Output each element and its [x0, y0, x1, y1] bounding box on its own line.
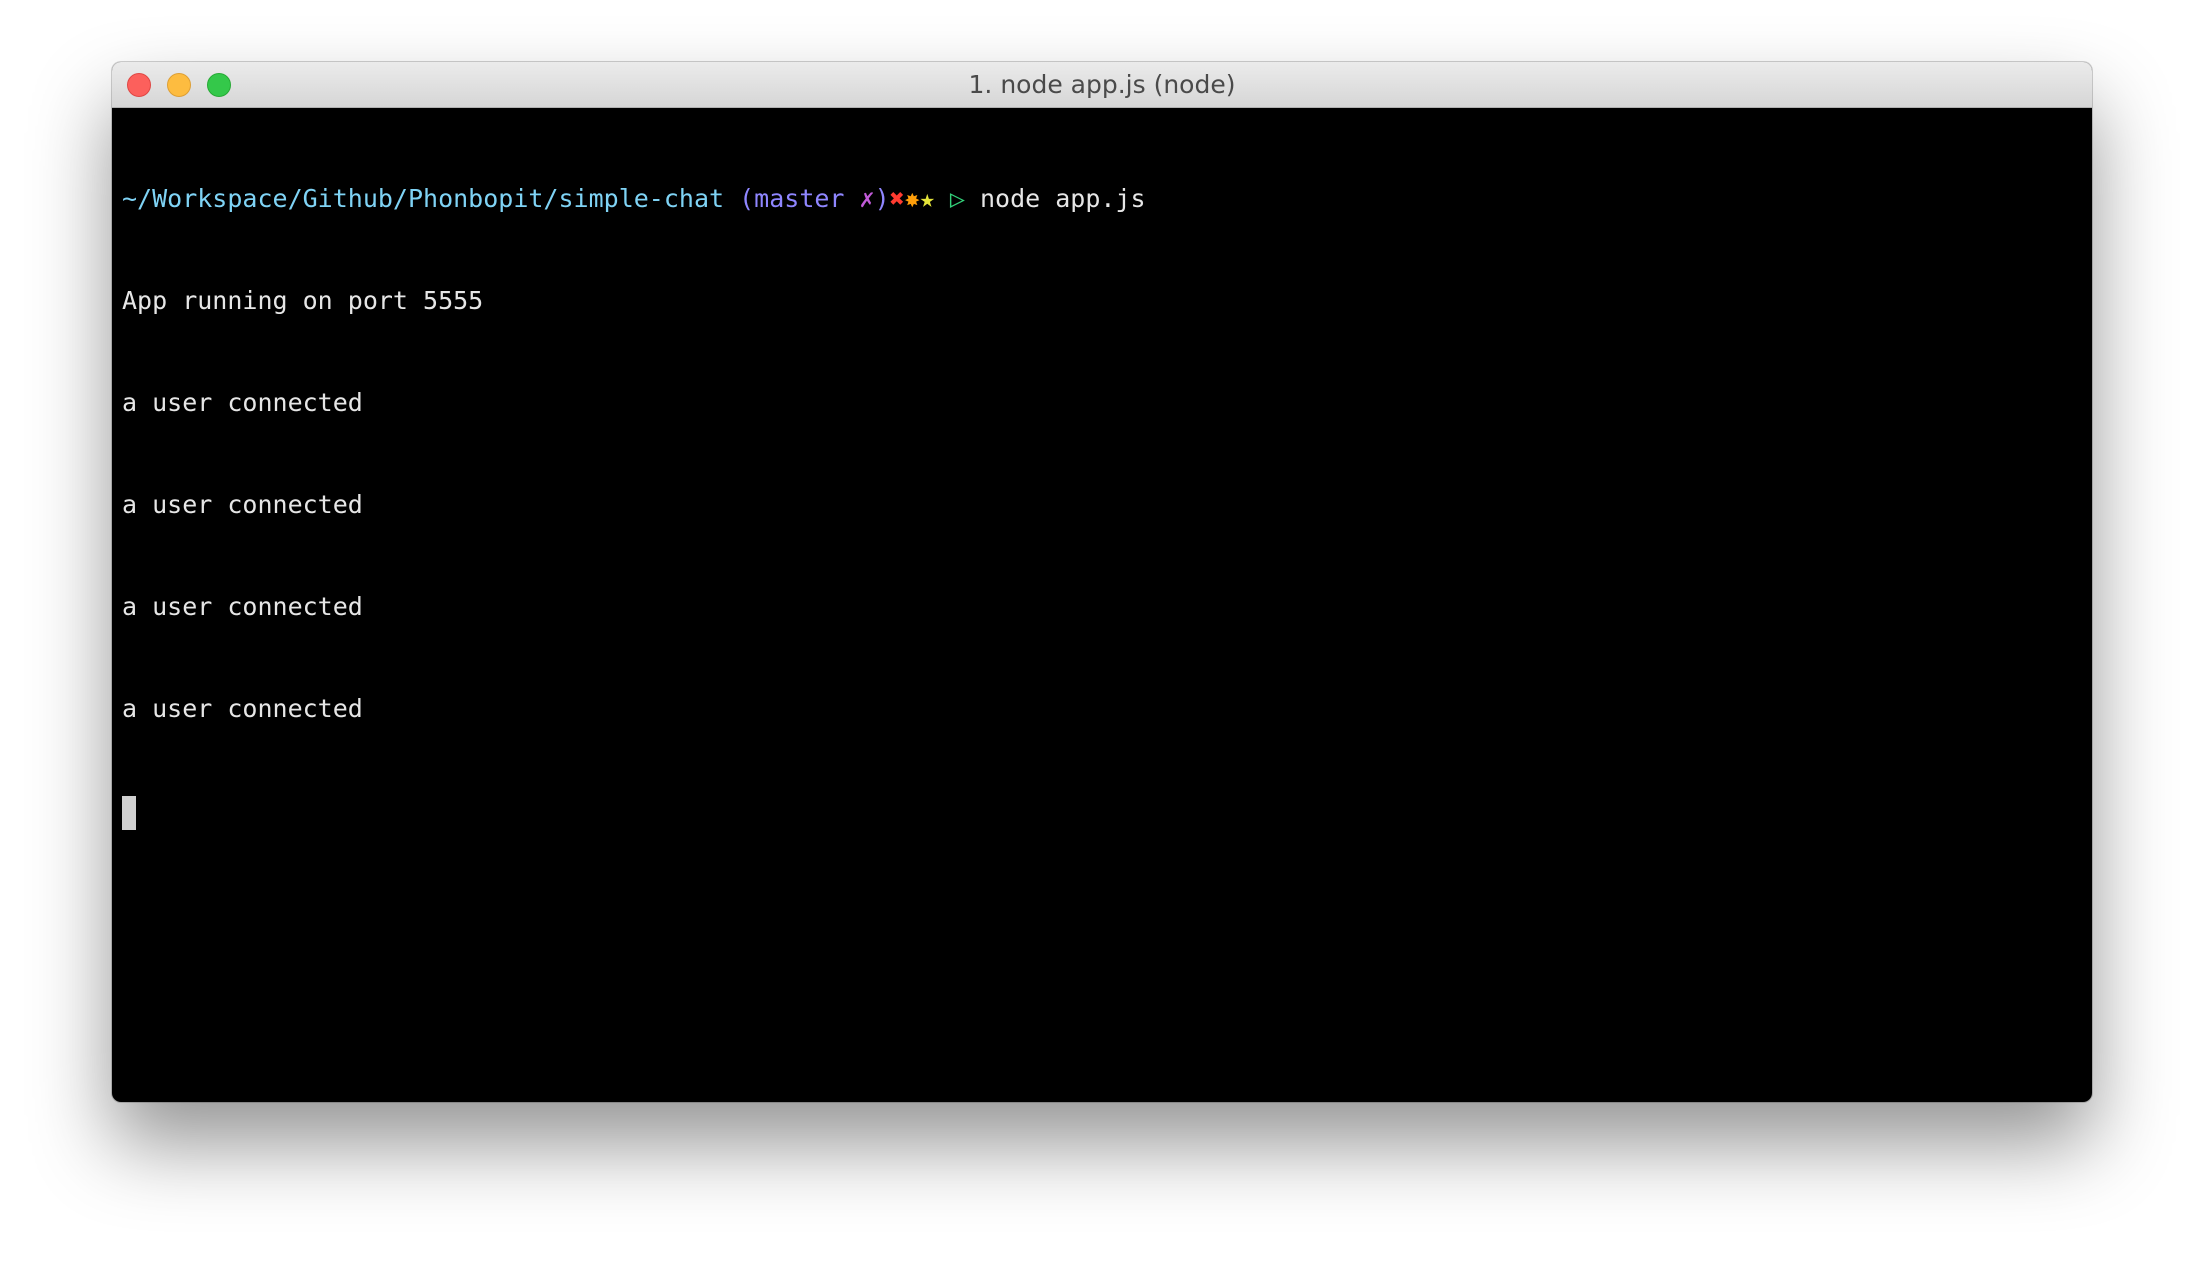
prompt-status-icon-2: ✸: [904, 184, 920, 213]
output-line: a user connected: [122, 388, 363, 417]
prompt-arrow-icon: ▷: [934, 184, 980, 213]
prompt-branch-close: ): [874, 184, 890, 213]
terminal-content[interactable]: ~/Workspace/Github/Phonbopit/simple-chat…: [112, 108, 2092, 896]
prompt-path: ~/Workspace/Github/Phonbopit/simple-chat: [122, 184, 725, 213]
prompt-branch-open: (master: [724, 184, 860, 213]
output-line: a user connected: [122, 592, 363, 621]
text-cursor: [122, 796, 136, 830]
prompt-command: node app.js: [980, 184, 1146, 213]
terminal-window[interactable]: 1. node app.js (node) ~/Workspace/Github…: [112, 62, 2092, 1102]
output-line: App running on port 5555: [122, 286, 484, 315]
prompt-dirty-icon: ✗: [859, 184, 875, 213]
output-line: a user connected: [122, 694, 363, 723]
title-bar[interactable]: 1. node app.js (node): [112, 62, 2092, 108]
prompt-status-icon-1: ✖: [889, 184, 905, 213]
window-title: 1. node app.js (node): [968, 70, 1236, 99]
output-line: a user connected: [122, 490, 363, 519]
cursor-line: [122, 794, 2082, 830]
prompt-status-icon-3: ★: [919, 184, 935, 213]
prompt-line: ~/Workspace/Github/Phonbopit/simple-chat…: [122, 182, 2082, 216]
